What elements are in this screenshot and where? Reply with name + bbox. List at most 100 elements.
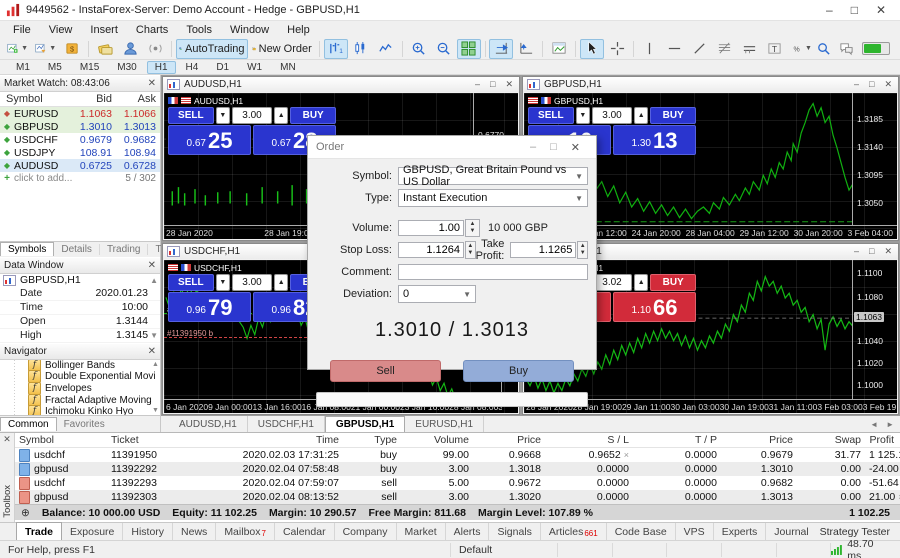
signal-broadcast-button[interactable] xyxy=(143,39,167,59)
tf-mn[interactable]: MN xyxy=(272,61,304,74)
buy-button[interactable]: BUY xyxy=(290,107,336,124)
minimize-icon[interactable]: – xyxy=(826,3,833,17)
volume-increase-icon[interactable]: ▲ xyxy=(274,107,288,124)
nav-item-dema[interactable]: fDouble Exponential Movi xyxy=(0,371,160,383)
line-chart-mode-icon[interactable] xyxy=(374,39,398,59)
buy-price[interactable]: 1.1066 xyxy=(613,292,696,322)
new-order-button[interactable]: New Order xyxy=(249,39,315,59)
toolbox-vertical-label[interactable]: Toolbox xyxy=(2,485,13,518)
menu-file[interactable]: File xyxy=(4,23,40,37)
maximize-icon[interactable]: □ xyxy=(869,79,874,90)
take-profit-spinner[interactable]: ▲▼ xyxy=(577,241,588,259)
vertical-line-tool-icon[interactable] xyxy=(638,39,662,59)
close-icon[interactable]: ✕ xyxy=(884,79,892,90)
deviation-select[interactable]: 0▼ xyxy=(398,285,476,303)
navigator-scrollbar[interactable]: ▲▼ xyxy=(151,360,160,416)
tab-history[interactable]: History xyxy=(123,523,173,541)
market-watch-row-usdjpy[interactable]: ◆ USDJPY 108.91 108.94 xyxy=(0,146,160,159)
tab-details[interactable]: Details xyxy=(54,244,100,255)
tf-m15[interactable]: M15 xyxy=(72,61,107,74)
tab-trade[interactable]: Trade xyxy=(16,522,62,541)
volume-value[interactable]: 3.00 xyxy=(232,274,272,291)
strategy-tester-label[interactable]: Strategy Tester xyxy=(820,526,900,538)
tab-calendar[interactable]: Calendar xyxy=(275,523,335,541)
market-watch-row-audusd[interactable]: ◆ AUDUSD 0.6725 0.6728 xyxy=(0,159,160,172)
toolbox-close-icon[interactable]: ✕ xyxy=(3,434,11,445)
stop-loss-spinner[interactable]: ▲▼ xyxy=(465,241,476,259)
chart-tab-gbpusd[interactable]: GBPUSD,H1 xyxy=(325,416,405,433)
navigator-close-icon[interactable]: ✕ xyxy=(148,346,156,357)
connection-status[interactable]: 48.70 ms xyxy=(831,538,900,558)
tab-symbols[interactable]: Symbols xyxy=(0,242,54,256)
volume-decrease-icon[interactable]: ▼ xyxy=(576,107,590,124)
volume-value[interactable]: 3.00 xyxy=(232,107,272,124)
maximize-icon[interactable]: □ xyxy=(851,3,858,17)
volume-input[interactable] xyxy=(398,220,464,236)
tile-windows-icon[interactable] xyxy=(457,39,481,59)
expand-icon[interactable]: ⊕ xyxy=(21,507,30,519)
tab-signals[interactable]: Signals xyxy=(489,523,540,541)
text-tool-icon[interactable]: T xyxy=(763,39,787,59)
buy-button[interactable]: Buy xyxy=(463,360,574,382)
buy-price[interactable]: 1.3013 xyxy=(613,125,696,155)
menu-charts[interactable]: Charts xyxy=(127,23,177,37)
tf-m30[interactable]: M30 xyxy=(109,61,144,74)
col-ask[interactable]: Ask xyxy=(112,93,160,105)
nav-item-bollinger[interactable]: fBollinger Bands xyxy=(0,360,160,372)
market-watch-row-gbpusd[interactable]: ◆ GBPUSD 1.3010 1.3013 xyxy=(0,120,160,133)
nav-item-envelopes[interactable]: fEnvelopes xyxy=(0,383,160,395)
tab-trading[interactable]: Trading xyxy=(100,244,149,255)
volume-increase-icon[interactable]: ▲ xyxy=(634,107,648,124)
scroll-down-icon[interactable]: ▼ xyxy=(150,331,160,340)
market-watch-row-eurusd[interactable]: ◆ EURUSD 1.1063 1.1066 xyxy=(0,107,160,120)
tab-exposure[interactable]: Exposure xyxy=(62,523,123,541)
crosshair-icon[interactable] xyxy=(605,39,629,59)
maximize-icon[interactable]: □ xyxy=(869,246,874,257)
table-row[interactable]: usdchf 11391950 2020.02.03 17:31:25 buy … xyxy=(15,448,900,462)
menu-view[interactable]: View xyxy=(40,23,82,37)
chart-tab-eurusd[interactable]: EURUSD,H1 xyxy=(405,416,484,432)
sell-button[interactable]: SELL xyxy=(528,107,574,124)
minimize-icon[interactable]: – xyxy=(475,79,480,90)
chart-window-titlebar[interactable]: GBPUSD,H1 –□✕ xyxy=(523,77,898,92)
stop-loss-input[interactable] xyxy=(398,242,464,258)
sell-price[interactable]: 0.6725 xyxy=(168,125,251,155)
profiles-button[interactable]: ▼ xyxy=(32,39,59,59)
maximize-icon[interactable]: □ xyxy=(550,141,557,153)
tab-code-base[interactable]: Code Base xyxy=(607,523,676,541)
type-select[interactable]: Instant Execution▼ xyxy=(398,189,588,207)
chart-tab-audusd[interactable]: AUDUSD,H1 xyxy=(169,416,248,432)
tab-alerts[interactable]: Alerts xyxy=(446,523,490,541)
volume-value[interactable]: 3.02 xyxy=(592,274,632,291)
tab-favorites[interactable]: Favorites xyxy=(57,419,112,430)
menu-help[interactable]: Help xyxy=(278,23,319,37)
volume-decrease-icon[interactable]: ▼ xyxy=(216,107,230,124)
tf-m1[interactable]: M1 xyxy=(8,61,38,74)
sell-price[interactable]: 0.9679 xyxy=(168,292,251,322)
cursor-icon[interactable] xyxy=(580,39,604,59)
market-watch-row-usdchf[interactable]: ◆ USDCHF 0.9679 0.9682 xyxy=(0,133,160,146)
maximize-icon[interactable]: □ xyxy=(490,79,495,90)
zoom-out-icon[interactable] xyxy=(432,39,456,59)
zoom-in-icon[interactable] xyxy=(407,39,431,59)
volume-spinner[interactable]: ▲▼ xyxy=(465,219,480,237)
scroll-up-icon[interactable]: ▲ xyxy=(150,276,160,285)
auto-scroll-icon[interactable] xyxy=(489,39,513,59)
tab-scroll-right-icon[interactable]: ► xyxy=(886,420,894,429)
order-dialog-titlebar[interactable]: Order –□✕ xyxy=(308,136,596,159)
horizontal-line-tool-icon[interactable] xyxy=(663,39,687,59)
comment-input[interactable] xyxy=(398,264,588,280)
sell-button[interactable]: Sell xyxy=(330,360,441,382)
chart-window-titlebar[interactable]: AUDUSD,H1 –□✕ xyxy=(163,77,519,92)
bar-chart-mode-icon[interactable]: 1 xyxy=(324,39,348,59)
new-chart-button[interactable]: ▼ xyxy=(4,39,31,59)
buy-button[interactable]: BUY xyxy=(650,274,696,291)
volume-increase-icon[interactable]: ▲ xyxy=(634,274,648,291)
close-icon[interactable]: ✕ xyxy=(884,246,892,257)
sell-button[interactable]: SELL xyxy=(168,107,214,124)
minimize-icon[interactable]: – xyxy=(854,246,859,257)
col-bid[interactable]: Bid xyxy=(65,93,112,105)
fibonacci-tool-icon[interactable] xyxy=(713,39,737,59)
take-profit-input[interactable] xyxy=(510,242,576,258)
tf-h4[interactable]: H4 xyxy=(178,61,207,74)
